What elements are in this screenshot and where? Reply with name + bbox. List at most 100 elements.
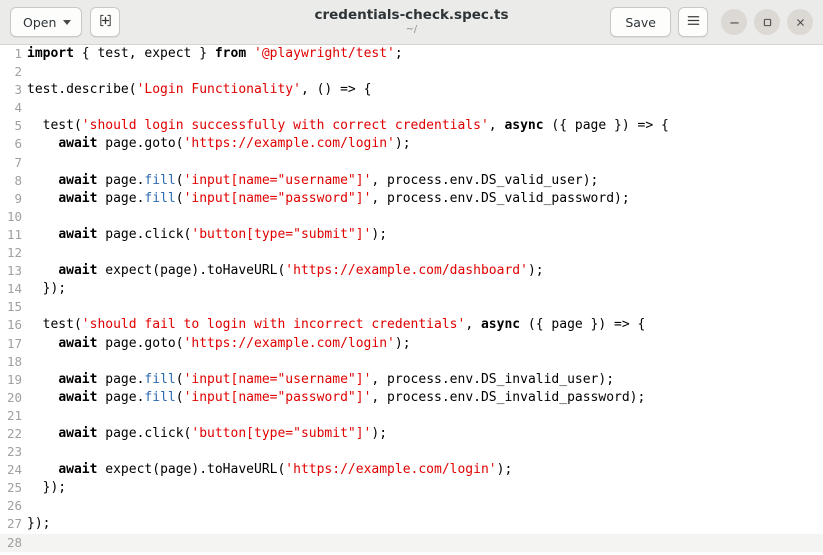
- code-editor[interactable]: 1import { test, expect } from '@playwrig…: [0, 45, 823, 555]
- code-token: test.describe(: [27, 82, 137, 97]
- code-line[interactable]: 11 await page.click('button[type="submit…: [0, 226, 823, 244]
- code-text: await page.goto('https://example.com/log…: [23, 135, 823, 153]
- save-button[interactable]: Save: [610, 7, 671, 37]
- code-line[interactable]: 9 await page.fill('input[name="password"…: [0, 190, 823, 208]
- code-token: });: [27, 480, 66, 495]
- line-number: 24: [0, 461, 23, 479]
- maximize-button[interactable]: [754, 9, 780, 35]
- code-text: await page.fill('input[name="password"]'…: [23, 190, 823, 208]
- code-text: await page.fill('input[name="username"]'…: [23, 371, 823, 389]
- code-token: ({ page }) => {: [520, 317, 645, 332]
- new-document-icon: [98, 13, 113, 31]
- line-number: 9: [0, 190, 23, 208]
- line-number: 23: [0, 443, 23, 461]
- code-line[interactable]: 21: [0, 407, 823, 425]
- code-token: import: [27, 46, 74, 61]
- code-token: page.goto(: [97, 336, 183, 351]
- code-line[interactable]: 5 test('should login successfully with c…: [0, 117, 823, 135]
- code-token: from: [215, 46, 246, 61]
- code-line[interactable]: 6 await page.goto('https://example.com/l…: [0, 135, 823, 153]
- code-token: async: [504, 118, 543, 133]
- code-line[interactable]: 26: [0, 497, 823, 515]
- code-token: page.: [97, 390, 144, 405]
- code-token: 'should login successfully with correct …: [82, 118, 489, 133]
- line-number: 3: [0, 81, 23, 99]
- code-token: );: [371, 426, 387, 441]
- header-bar: Open credentials-check.spec.ts ~/ Save: [0, 0, 823, 45]
- line-number: 2: [0, 63, 23, 81]
- code-line[interactable]: 25 });: [0, 479, 823, 497]
- header-left-controls: Open: [10, 7, 120, 37]
- line-number: 25: [0, 479, 23, 497]
- code-token: (: [176, 390, 184, 405]
- code-line[interactable]: 14 });: [0, 280, 823, 298]
- code-line[interactable]: 18: [0, 353, 823, 371]
- line-number: 22: [0, 425, 23, 443]
- code-line[interactable]: 13 await expect(page).toHaveURL('https:/…: [0, 262, 823, 280]
- code-token: await: [58, 263, 97, 278]
- code-token: { test, expect }: [74, 46, 215, 61]
- save-button-label: Save: [625, 15, 656, 30]
- open-button[interactable]: Open: [10, 7, 82, 37]
- line-number: 27: [0, 515, 23, 533]
- code-text: await expect(page).toHaveURL('https://ex…: [23, 262, 823, 280]
- code-line[interactable]: 23: [0, 443, 823, 461]
- chevron-down-icon: [63, 20, 71, 25]
- code-line[interactable]: 22 await page.click('button[type="submit…: [0, 425, 823, 443]
- code-text: test('should fail to login with incorrec…: [23, 316, 823, 334]
- code-line[interactable]: 17 await page.goto('https://example.com/…: [0, 335, 823, 353]
- code-token: ,: [465, 317, 481, 332]
- code-token: await: [58, 191, 97, 206]
- close-button[interactable]: [787, 9, 813, 35]
- code-text: import { test, expect } from '@playwrigh…: [23, 45, 823, 63]
- code-token: );: [371, 227, 387, 242]
- maximize-icon: [762, 17, 773, 28]
- code-line[interactable]: 4: [0, 99, 823, 117]
- code-token: await: [58, 173, 97, 188]
- code-token: await: [58, 426, 97, 441]
- code-line[interactable]: 3test.describe('Login Functionality', ()…: [0, 81, 823, 99]
- code-token: 'input[name="password"]': [184, 191, 372, 206]
- code-line[interactable]: 24 await expect(page).toHaveURL('https:/…: [0, 461, 823, 479]
- code-line[interactable]: 1import { test, expect } from '@playwrig…: [0, 45, 823, 63]
- line-number: 17: [0, 335, 23, 353]
- code-token: await: [58, 462, 97, 477]
- code-text: [23, 154, 823, 172]
- hamburger-menu-button[interactable]: [678, 7, 708, 37]
- code-token: 'https://example.com/login': [285, 462, 496, 477]
- code-token: [246, 46, 254, 61]
- code-line[interactable]: 19 await page.fill('input[name="username…: [0, 371, 823, 389]
- code-line[interactable]: 10: [0, 208, 823, 226]
- code-line[interactable]: 27});: [0, 515, 823, 533]
- code-token: , process.env.DS_invalid_password);: [371, 390, 645, 405]
- code-token: (: [176, 191, 184, 206]
- code-token: page.: [97, 372, 144, 387]
- minimize-icon: [729, 17, 740, 28]
- code-token: 'input[name="password"]': [184, 390, 372, 405]
- code-line[interactable]: 15: [0, 298, 823, 316]
- code-token: await: [58, 390, 97, 405]
- code-token: fill: [144, 372, 175, 387]
- code-text: });: [23, 479, 823, 497]
- code-line[interactable]: 28: [0, 534, 823, 552]
- code-line[interactable]: 12: [0, 244, 823, 262]
- code-token: 'https://example.com/login': [184, 336, 395, 351]
- code-token: , process.env.DS_valid_user);: [371, 173, 598, 188]
- code-line[interactable]: 8 await page.fill('input[name="username"…: [0, 172, 823, 190]
- code-line[interactable]: 7: [0, 154, 823, 172]
- code-token: test(: [27, 317, 82, 332]
- new-document-button[interactable]: [90, 7, 120, 37]
- code-line[interactable]: 16 test('should fail to login with incor…: [0, 316, 823, 334]
- code-token: ({ page }) => {: [544, 118, 669, 133]
- line-number: 28: [0, 534, 23, 552]
- code-token: expect(page).toHaveURL(: [97, 462, 285, 477]
- code-token: await: [58, 227, 97, 242]
- code-token: , process.env.DS_valid_password);: [371, 191, 629, 206]
- code-token: [27, 263, 58, 278]
- code-token: [27, 173, 58, 188]
- code-token: await: [58, 372, 97, 387]
- code-line[interactable]: 2: [0, 63, 823, 81]
- line-number: 1: [0, 45, 23, 63]
- minimize-button[interactable]: [721, 9, 747, 35]
- code-line[interactable]: 20 await page.fill('input[name="password…: [0, 389, 823, 407]
